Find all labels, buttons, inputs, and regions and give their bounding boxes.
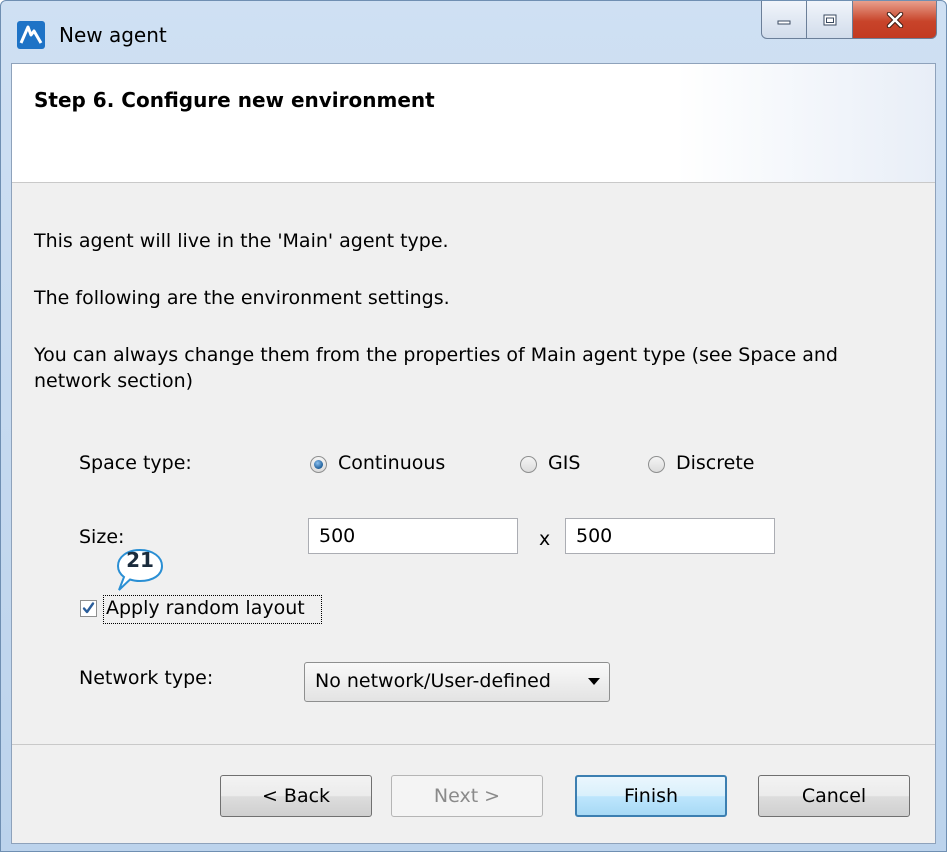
space-type-label: Space type: (79, 452, 192, 474)
anylogic-app-icon (17, 21, 45, 49)
size-width-field[interactable] (308, 518, 518, 554)
wizard-header: Step 6. Configure new environment (12, 64, 935, 183)
maximize-button[interactable] (807, 1, 853, 39)
callout-number: 21 (126, 548, 154, 572)
radio-discrete-label[interactable]: Discrete (676, 452, 754, 474)
size-height-field[interactable] (565, 518, 775, 554)
footer-divider (12, 744, 935, 745)
intro-line-change-b: network section) (34, 370, 194, 392)
radio-continuous[interactable] (310, 456, 327, 473)
minimize-button[interactable] (761, 1, 807, 39)
close-button[interactable] (853, 1, 937, 39)
maximize-icon (823, 14, 836, 25)
radio-continuous-label[interactable]: Continuous (338, 452, 445, 474)
dialog-client-area: Step 6. Configure new environment This a… (11, 63, 936, 844)
checkmark-icon (82, 602, 95, 614)
random-layout-checkbox[interactable] (80, 600, 97, 617)
size-separator: x (539, 528, 551, 550)
close-icon (886, 11, 903, 28)
intro-line-agent-type: This agent will live in the 'Main' agent… (34, 230, 449, 252)
next-button[interactable]: Next > (391, 775, 543, 817)
finish-button[interactable]: Finish (575, 775, 727, 817)
network-type-label: Network type: (79, 667, 214, 689)
radio-selected-dot (314, 460, 323, 469)
radio-gis-label[interactable]: GIS (548, 452, 580, 474)
size-label: Size: (79, 526, 125, 548)
chevron-down-icon (588, 678, 600, 685)
network-type-dropdown[interactable]: No network/User-defined (304, 662, 610, 702)
radio-gis[interactable] (520, 456, 537, 473)
random-layout-label[interactable]: Apply random layout (106, 597, 305, 619)
minimize-icon (777, 20, 791, 24)
radio-discrete[interactable] (648, 456, 665, 473)
window-title: New agent (59, 23, 167, 47)
intro-line-change-a: You can always change them from the prop… (34, 344, 838, 366)
network-type-value: No network/User-defined (315, 670, 551, 692)
step-title: Step 6. Configure new environment (34, 88, 435, 112)
intro-line-settings: The following are the environment settin… (34, 287, 450, 309)
cancel-button[interactable]: Cancel (758, 775, 910, 817)
new-agent-window: New agent Step 6. Configure new environm… (0, 0, 947, 852)
back-button[interactable]: < Back (220, 775, 372, 817)
